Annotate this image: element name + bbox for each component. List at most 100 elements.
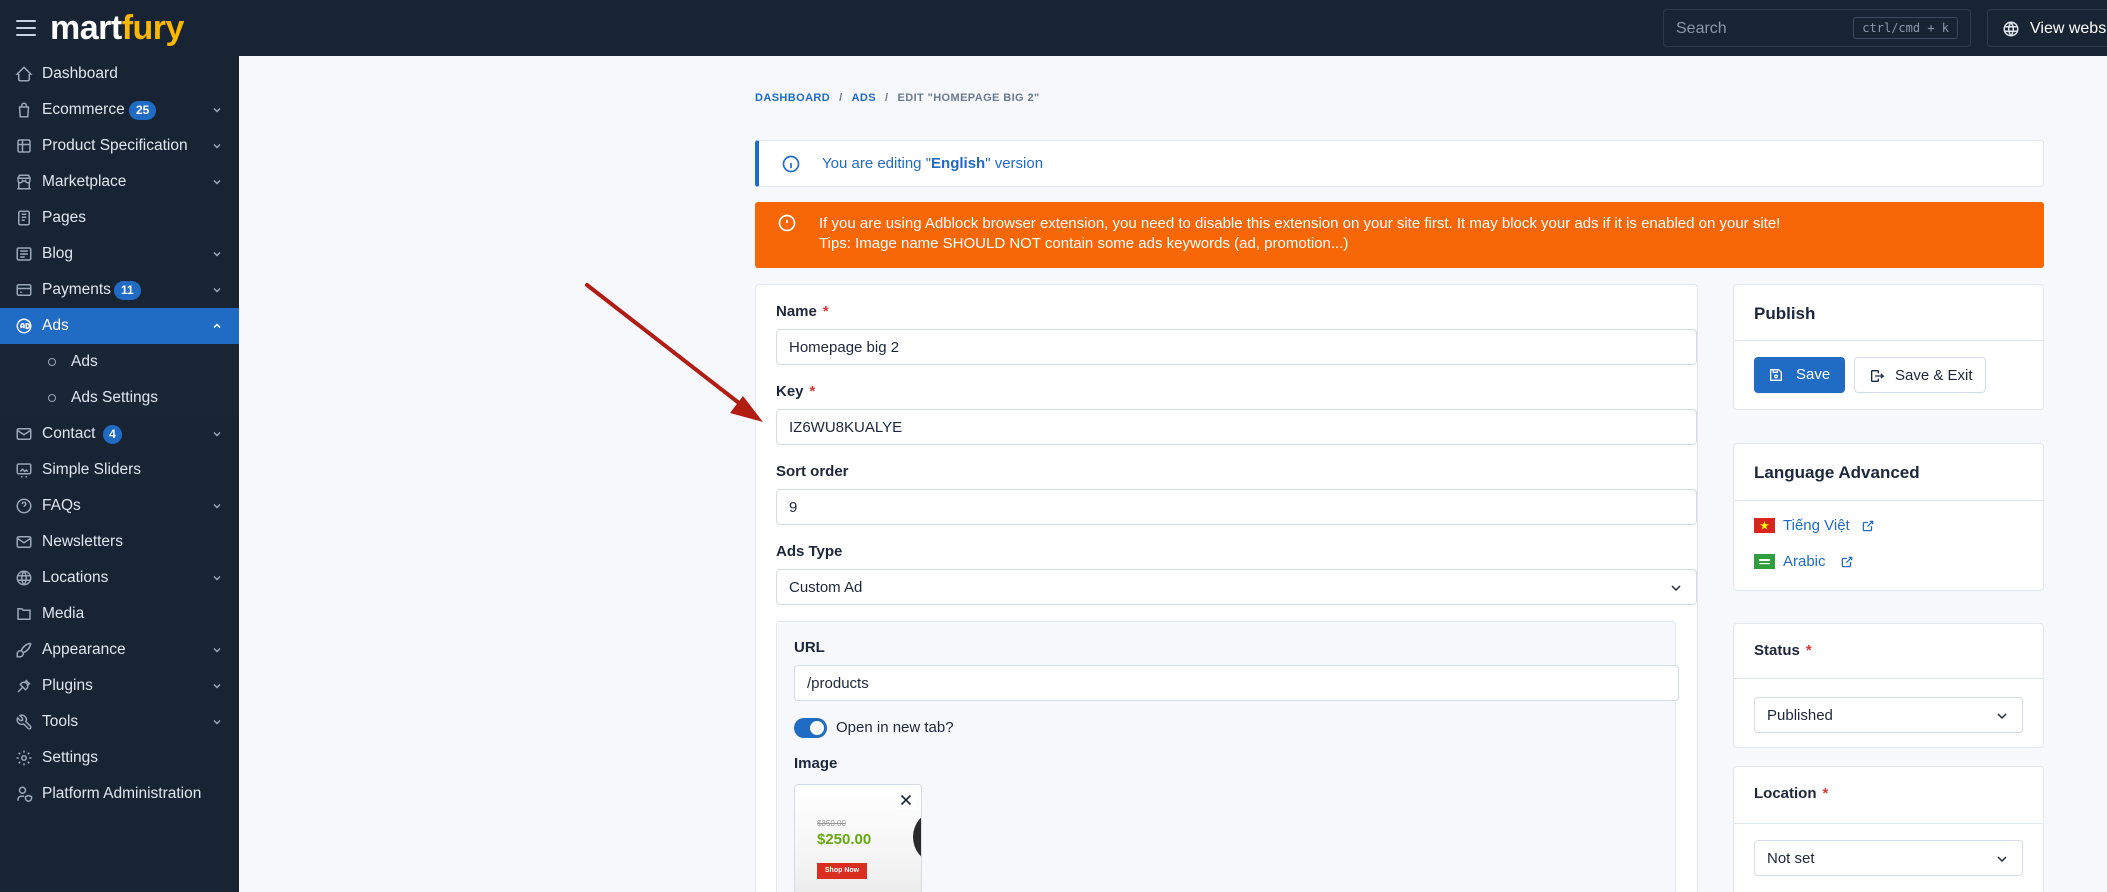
sidebar-item-settings[interactable]: Settings [0, 740, 239, 776]
chevron-down-icon [213, 575, 221, 581]
card-divider [1734, 678, 2043, 679]
language-info-text: You are editing "English" version [822, 155, 1044, 172]
ads-type-select[interactable]: Custom Ad [776, 569, 1697, 605]
status-card: Status * Published [1733, 623, 2044, 748]
arabic-flag-icon [1754, 554, 1775, 569]
sidebar-item-label: Contact [42, 425, 96, 442]
credit-card-icon [16, 284, 32, 296]
globe-icon [2003, 21, 2019, 37]
sidebar-item-contact[interactable]: Contact 4 [0, 416, 239, 452]
warning-line-1: If you are using Adblock browser extensi… [819, 215, 1781, 232]
chevron-down-icon [1997, 856, 2007, 863]
chevron-up-icon [213, 323, 221, 329]
location-label: Location * [1754, 785, 1829, 802]
sidebar-item-label: Appearance [42, 641, 126, 658]
adblock-warning-alert: If you are using Adblock browser extensi… [755, 202, 2044, 268]
sidebar-item-pages[interactable]: Pages [0, 200, 239, 236]
view-website-label: View website [2030, 20, 2107, 37]
breadcrumb-ads-link[interactable]: ADS [852, 92, 876, 104]
sidebar-item-simple-sliders[interactable]: Simple Sliders [0, 452, 239, 488]
sort-order-input[interactable]: 9 [776, 489, 1697, 525]
language-info-alert: You are editing "English" version [755, 140, 2044, 187]
ad-image-preview[interactable]: $350.00 $250.00 Shop Now [794, 784, 922, 892]
sidebar-item-tools[interactable]: Tools [0, 704, 239, 740]
image-price: $250.00 [817, 831, 872, 848]
sidebar-item-label: Product Specification [42, 137, 188, 154]
location-select[interactable]: Not set [1754, 840, 2023, 876]
sidebar-item-ecommerce[interactable]: Ecommerce 25 [0, 92, 239, 128]
sidebar-item-media[interactable]: Media [0, 596, 239, 632]
sidebar-item-marketplace[interactable]: Marketplace [0, 164, 239, 200]
mail-icon [16, 536, 32, 548]
exit-icon [1871, 370, 1885, 382]
status-select[interactable]: Published [1754, 697, 2023, 733]
folder-icon [17, 608, 31, 620]
global-search-input[interactable]: Search ctrl/cmd + k [1663, 9, 1971, 47]
sidebar-item-faqs[interactable]: FAQs [0, 488, 239, 524]
chevron-down-icon [213, 179, 221, 185]
sidebar-subitem-ads[interactable]: Ads [0, 344, 239, 380]
chevron-down-icon [213, 431, 221, 437]
sidebar-item-label: FAQs [42, 497, 81, 514]
image-old-price: $350.00 [817, 819, 846, 828]
breadcrumb: DASHBOARD / ADS / EDIT "HOMEPAGE BIG 2" [755, 92, 1040, 104]
view-website-button[interactable]: View website [1987, 9, 2107, 47]
sidebar-item-appearance[interactable]: Appearance [0, 632, 239, 668]
breadcrumb-current: EDIT "HOMEPAGE BIG 2" [897, 92, 1040, 104]
chevron-down-icon [213, 143, 221, 149]
image-shop-button: Shop Now [817, 863, 867, 879]
location-card: Location * Not set [1733, 766, 2044, 892]
sidebar-item-label: Payments [42, 281, 111, 298]
article-icon [16, 247, 32, 261]
save-button[interactable]: Save [1754, 357, 1845, 393]
chevron-down-icon [213, 287, 221, 293]
key-input[interactable]: IZ6WU8KUALYE [776, 409, 1697, 445]
tool-icon [16, 714, 32, 730]
sidebar-item-label: Ads [42, 317, 69, 334]
mail-icon [16, 428, 32, 440]
save-exit-button[interactable]: Save & Exit [1854, 357, 1986, 393]
sidebar-item-platform-administration[interactable]: Platform Administration [0, 776, 239, 812]
page-icon [18, 210, 30, 226]
name-input[interactable]: Homepage big 2 [776, 329, 1697, 365]
sidebar-item-locations[interactable]: Locations [0, 560, 239, 596]
info-circle-icon [782, 155, 800, 173]
sidebar-item-dashboard[interactable]: Dashboard [0, 56, 239, 92]
current-language: English [931, 155, 986, 172]
gear-icon [16, 750, 32, 766]
sidebar-item-label: Blog [42, 245, 74, 262]
custom-ad-panel: URL /products Open in new tab? Image $35… [776, 621, 1679, 892]
url-input[interactable]: /products [794, 665, 1679, 701]
brand-logo[interactable]: martfury [50, 6, 184, 50]
language-advanced-card: Language Advanced Tiếng Việt Arabic [1733, 443, 2044, 591]
sidebar-item-product-specification[interactable]: Product Specification [0, 128, 239, 164]
sidebar-item-label: Settings [42, 749, 99, 766]
help-circle-icon [16, 498, 32, 514]
breadcrumb-dashboard-link[interactable]: DASHBOARD [755, 92, 830, 104]
top-navbar: martfury Search ctrl/cmd + k View websit… [0, 0, 2107, 56]
breadcrumb-separator: / [885, 92, 889, 104]
close-icon [900, 794, 912, 806]
brush-icon [16, 642, 32, 658]
chevron-down-icon [213, 719, 221, 725]
shopping-bag-icon [18, 102, 30, 118]
globe-icon [16, 570, 32, 586]
chevron-down-icon [213, 503, 221, 509]
sidebar-item-newsletters[interactable]: Newsletters [0, 524, 239, 560]
open-new-tab-toggle[interactable] [794, 718, 827, 738]
sidebar-item-blog[interactable]: Blog [0, 236, 239, 272]
external-link-icon [1841, 556, 1853, 568]
bullet-icon [48, 394, 56, 402]
home-icon [15, 66, 33, 82]
sidebar-subitem-ads-settings[interactable]: Ads Settings [0, 380, 239, 416]
chevron-down-icon [213, 647, 221, 653]
sidebar-item-label: Newsletters [42, 533, 123, 550]
sidebar-item-ads[interactable]: Ads [0, 308, 239, 344]
sidebar-item-label: Simple Sliders [42, 461, 142, 478]
count-badge: 11 [114, 281, 141, 300]
remove-image-button[interactable] [896, 790, 916, 810]
sidebar-item-payments[interactable]: Payments 11 [0, 272, 239, 308]
sidebar-item-plugins[interactable]: Plugins [0, 668, 239, 704]
menu-toggle-icon[interactable] [16, 20, 36, 36]
ads-type-label: Ads Type [776, 543, 843, 560]
